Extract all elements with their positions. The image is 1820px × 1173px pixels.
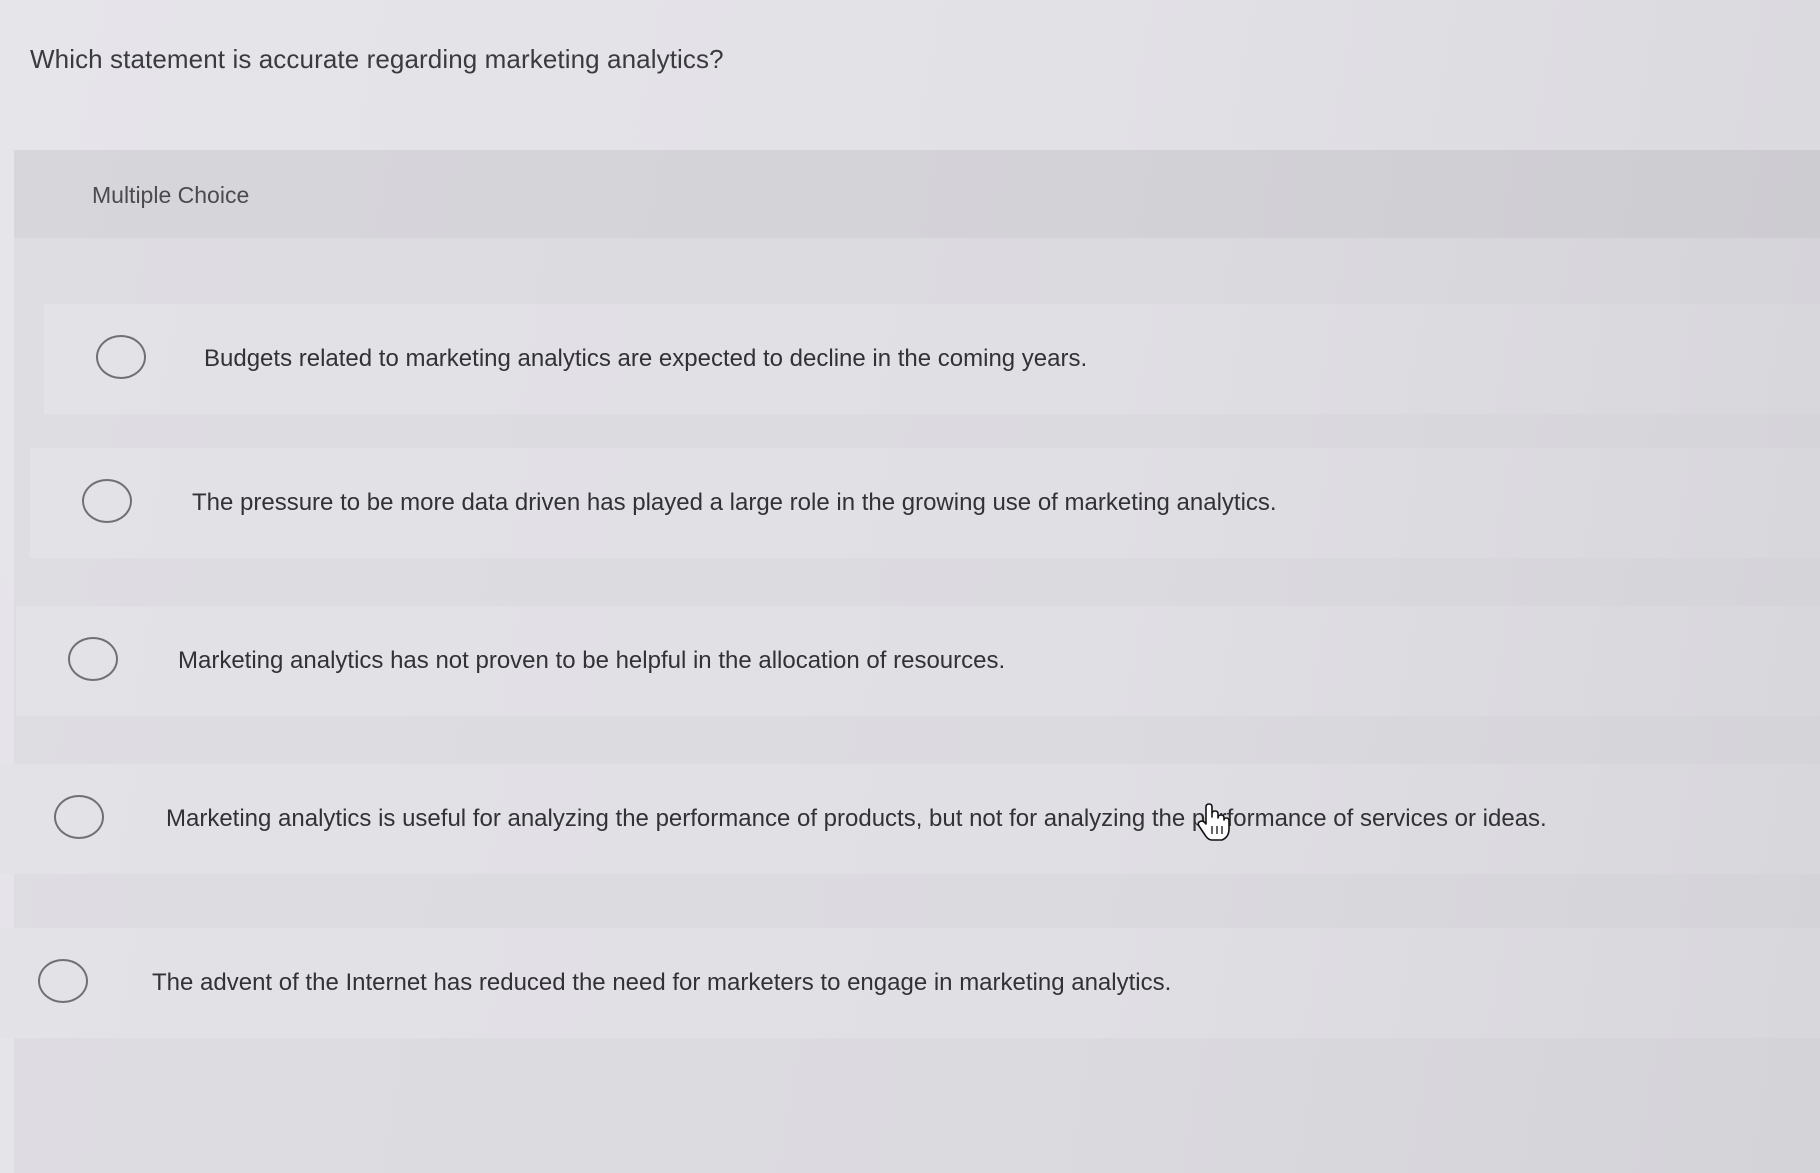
radio-unselected-icon[interactable] [68,637,118,681]
question-type-label: Multiple Choice [92,182,250,208]
answer-option-label: The pressure to be more data driven has … [192,489,1277,516]
answer-option-label: Marketing analytics has not proven to be… [178,647,1006,674]
radio-unselected-icon[interactable] [82,479,132,523]
answer-option-4[interactable]: Marketing analytics is useful for analyz… [0,764,1820,874]
answer-option-label: Marketing analytics is useful for analyz… [166,805,1547,832]
answer-option-2[interactable]: The pressure to be more data driven has … [30,448,1820,558]
multiple-choice-header: Multiple Choice [14,150,1820,238]
hand-pointer-cursor-icon [1197,803,1230,841]
radio-unselected-icon[interactable] [54,795,104,839]
radio-unselected-icon[interactable] [38,959,88,1003]
question-text: Which statement is accurate regarding ma… [30,44,724,74]
answer-option-label: Budgets related to marketing analytics a… [204,345,1088,372]
answer-option-5[interactable]: The advent of the Internet has reduced t… [0,928,1820,1038]
radio-unselected-icon[interactable] [96,335,146,379]
answer-option-3[interactable]: Marketing analytics has not proven to be… [16,606,1820,716]
answer-option-label: The advent of the Internet has reduced t… [152,969,1172,996]
answer-option-1[interactable]: Budgets related to marketing analytics a… [44,304,1820,414]
